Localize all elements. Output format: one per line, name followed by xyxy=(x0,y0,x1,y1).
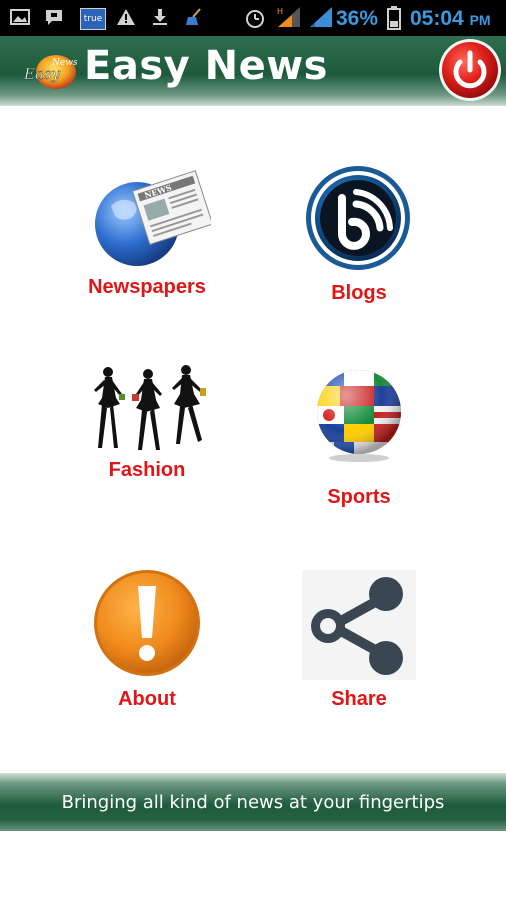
menu-item-blogs[interactable]: Blogs xyxy=(284,164,434,310)
sports-label: Sports xyxy=(327,486,391,508)
battery-percent: 36% xyxy=(336,7,379,30)
svg-text:H: H xyxy=(277,7,283,16)
share-icon xyxy=(302,570,416,680)
footer-tagline: Bringing all kind of news at your finger… xyxy=(61,792,445,813)
clock-ampm: PM xyxy=(469,12,491,28)
globe-newspaper-icon: NEWS xyxy=(95,170,211,266)
alarm-icon xyxy=(246,10,264,28)
rss-feed-icon xyxy=(306,166,410,270)
signal-icon: H xyxy=(277,7,300,27)
truecaller-icon: true xyxy=(80,8,106,30)
download-icon xyxy=(153,9,167,25)
fashion-silhouettes-icon xyxy=(94,365,206,450)
blogs-label: Blogs xyxy=(331,282,387,304)
app-title: Easy News xyxy=(84,43,328,89)
clock: 05:04 PM xyxy=(410,7,491,31)
share-label: Share xyxy=(331,688,387,710)
broom-icon xyxy=(186,8,201,25)
signal-icon xyxy=(310,7,332,27)
app-header: Easy News Easy News xyxy=(0,36,506,106)
menu-item-fashion[interactable]: Fashion xyxy=(72,364,222,482)
warning-icon xyxy=(117,9,135,25)
easy-news-logo-icon: Easy News xyxy=(23,55,78,89)
clock-time: 05:04 xyxy=(410,7,464,30)
message-icon xyxy=(46,10,62,25)
flag-ball-icon xyxy=(317,370,401,462)
gallery-icon xyxy=(10,9,30,25)
menu-item-about[interactable]: About xyxy=(72,568,222,714)
fashion-label: Fashion xyxy=(108,459,186,481)
power-button[interactable] xyxy=(438,38,502,102)
newspapers-label: Newspapers xyxy=(88,276,206,298)
exclamation-icon xyxy=(94,570,200,676)
menu-item-sports[interactable]: Sports xyxy=(284,368,434,510)
menu-item-newspapers[interactable]: NEWS Newspapers xyxy=(72,166,222,306)
menu-item-share[interactable]: Share xyxy=(284,568,434,714)
footer-banner: Bringing all kind of news at your finger… xyxy=(0,773,506,831)
status-bar: true H 36% 05:04 PM xyxy=(0,0,506,36)
svg-text:News: News xyxy=(51,58,78,68)
about-label: About xyxy=(118,688,176,710)
battery-icon xyxy=(387,6,401,30)
